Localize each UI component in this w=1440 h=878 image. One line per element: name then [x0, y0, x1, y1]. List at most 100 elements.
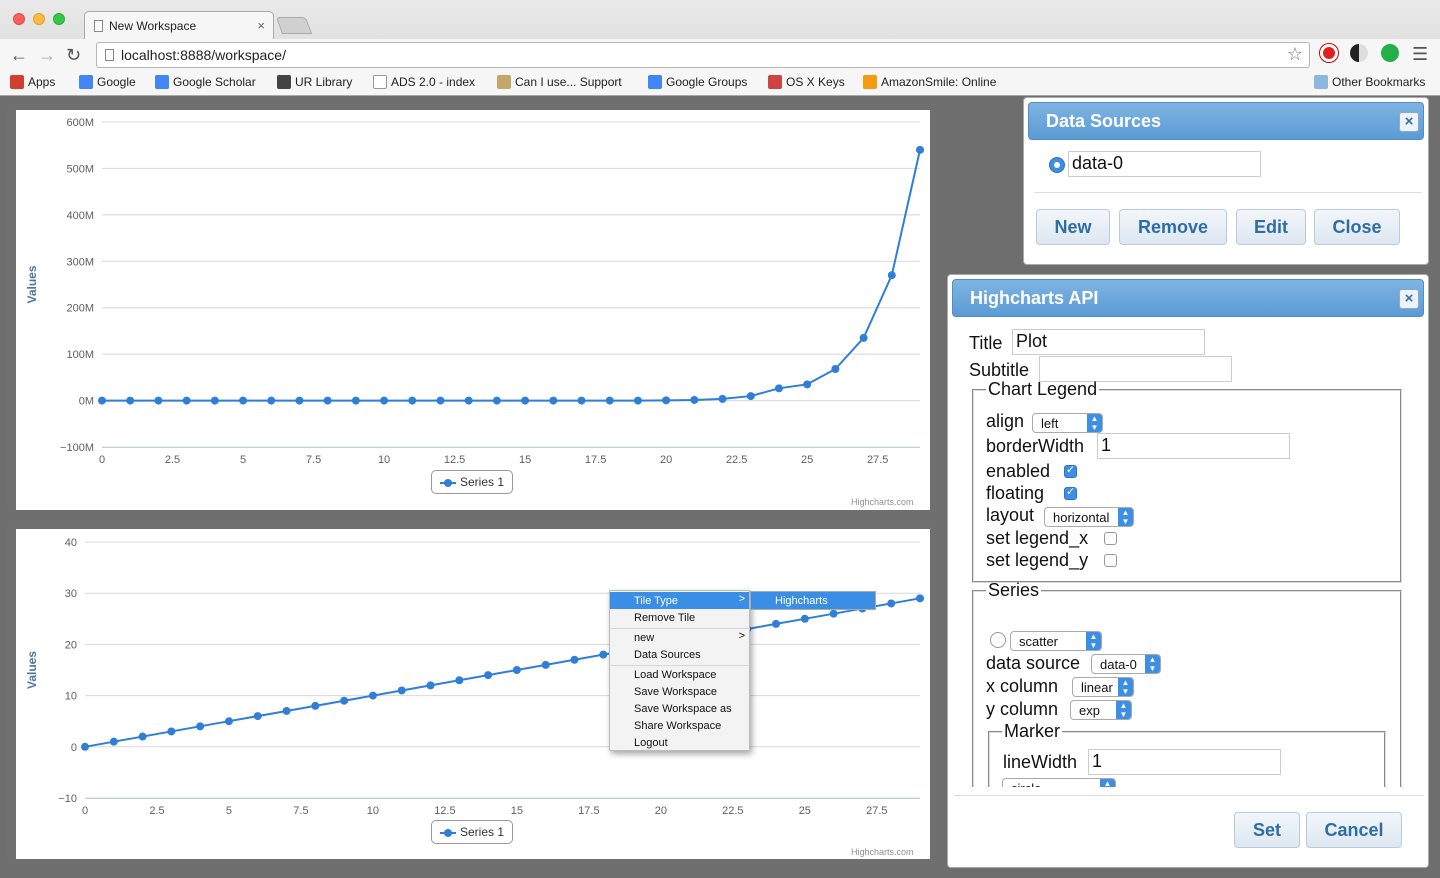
- bookmark-ur-library[interactable]: UR Library: [277, 75, 352, 89]
- marker-symbol-select[interactable]: circle ▲▼: [1002, 778, 1116, 787]
- y-column-select[interactable]: exp ▲ ▼: [1070, 700, 1132, 720]
- bookmark-google-groups[interactable]: Google Groups: [648, 75, 747, 89]
- remove-button[interactable]: Remove: [1119, 209, 1227, 245]
- data-point: [323, 396, 332, 405]
- green-extension-icon[interactable]: [1381, 44, 1399, 62]
- menu-icon[interactable]: ☰: [1412, 44, 1428, 65]
- source-name-field[interactable]: data-0: [1068, 151, 1261, 177]
- close-icon[interactable]: ×: [1399, 112, 1419, 132]
- data-point: [831, 365, 840, 373]
- address-bar[interactable]: localhost:8888/workspace/ ☆: [96, 42, 1310, 68]
- data-point: [397, 686, 406, 695]
- menu-item-logout[interactable]: Logout: [610, 734, 749, 751]
- cancel-button[interactable]: Cancel: [1306, 812, 1402, 848]
- enabled-checkbox[interactable]: [1064, 463, 1077, 478]
- edit-button[interactable]: Edit: [1236, 209, 1306, 245]
- y-tick-label: 400M: [66, 210, 94, 222]
- browser-tab[interactable]: New Workspace ×: [84, 11, 274, 39]
- bookmark-osx-keys[interactable]: OS X Keys: [768, 75, 845, 89]
- title-field[interactable]: Plot: [1012, 329, 1205, 355]
- bookmark-google[interactable]: Google: [79, 75, 136, 89]
- x-column-select[interactable]: linear ▲ ▼: [1072, 677, 1134, 697]
- dialog-title-bar[interactable]: Highcharts API ×: [952, 279, 1424, 317]
- floating-checkbox[interactable]: [1064, 485, 1077, 500]
- data-point: [138, 732, 147, 741]
- api-form-scroll[interactable]: Title Plot Subtitle Chart Legend align l…: [948, 321, 1428, 787]
- floating-label: floating: [986, 483, 1045, 503]
- bookmark-google-scholar[interactable]: Google Scholar: [155, 75, 256, 89]
- y-tick-label: 30: [65, 588, 77, 600]
- new-tab-button[interactable]: [275, 17, 313, 34]
- data-point: [803, 380, 812, 389]
- layout-select[interactable]: horizontal ▲ ▼: [1044, 507, 1134, 527]
- data-point: [829, 609, 838, 618]
- series-type-select[interactable]: scatter ▲ ▼: [1010, 631, 1102, 651]
- legend-x-label: set legend_x: [986, 528, 1089, 548]
- data-point: [774, 384, 783, 393]
- data-source-select[interactable]: data-0 ▲ ▼: [1091, 654, 1161, 674]
- x-tick-label: 25: [801, 454, 813, 466]
- linewidth-field[interactable]: 1: [1088, 749, 1281, 775]
- menu-item-data-sources[interactable]: Data Sources: [610, 646, 749, 663]
- chart-credits[interactable]: Highcharts.com: [851, 497, 914, 507]
- close-icon[interactable]: ×: [1399, 289, 1419, 309]
- source-radio[interactable]: [1049, 157, 1065, 173]
- bookmark-caniuse[interactable]: Can I use... Support: [497, 75, 622, 89]
- line-chart-1: 600M 500M 400M 300M 200M 100M 0M −100M 0 2.5 5 7.5 1…: [25, 117, 924, 466]
- y-axis-title: Values: [25, 651, 39, 689]
- chart-tile-2[interactable]: 40 30 20 10 0 −10 0 2.5 5 7.5 10 12.5 15 17.5 20 22.5 25…: [6, 520, 940, 866]
- bookmark-ads[interactable]: ADS 2.0 - index: [373, 75, 475, 89]
- window-minimize-button[interactable]: [33, 13, 45, 25]
- menu-item-share-workspace[interactable]: Share Workspace: [610, 717, 749, 734]
- menu-item-save-workspace-as[interactable]: Save Workspace as: [610, 700, 749, 717]
- menu-item-load-workspace[interactable]: Load Workspace: [610, 666, 749, 683]
- select-arrows-icon: ▲▼: [1100, 779, 1115, 787]
- bookmark-apps[interactable]: Apps: [10, 75, 55, 89]
- menu-item-save-workspace[interactable]: Save Workspace: [610, 683, 749, 700]
- series-radio[interactable]: [990, 632, 1006, 648]
- set-button[interactable]: Set: [1234, 812, 1300, 848]
- menu-item-tile-type[interactable]: Tile Type >: [610, 592, 749, 609]
- bookmark-amazonsmile[interactable]: AmazonSmile: Online: [863, 75, 997, 89]
- submenu-item-highcharts[interactable]: Highcharts: [750, 591, 876, 610]
- apps-grid-icon: [10, 75, 24, 89]
- tab-close-icon[interactable]: ×: [257, 18, 265, 33]
- reload-icon[interactable]: ↻: [66, 45, 81, 66]
- y-tick-label: 600M: [66, 117, 94, 129]
- back-icon[interactable]: ←: [10, 45, 28, 66]
- window-zoom-button[interactable]: [53, 13, 65, 25]
- legend-y-checkbox[interactable]: [1104, 554, 1117, 567]
- y-axis-title: Values: [25, 265, 39, 303]
- align-select[interactable]: left ▲ ▼: [1032, 413, 1103, 433]
- y-tick-label: 200M: [66, 303, 94, 315]
- y-column-label: y column: [986, 699, 1059, 719]
- menu-item-remove-tile[interactable]: Remove Tile: [610, 609, 749, 626]
- data-point: [492, 396, 501, 405]
- forward-icon[interactable]: →: [38, 45, 56, 66]
- chart-credits[interactable]: Highcharts.com: [851, 847, 914, 857]
- x-tick-label: 12.5: [444, 454, 465, 466]
- new-button[interactable]: New: [1036, 209, 1110, 245]
- bookmark-star-icon[interactable]: ☆: [1287, 44, 1303, 65]
- legend-x-checkbox[interactable]: [1104, 532, 1117, 545]
- window-close-button[interactable]: [13, 13, 25, 25]
- dialog-title-bar[interactable]: Data Sources ×: [1028, 102, 1424, 140]
- folder-icon: [1314, 75, 1328, 89]
- data-point: [167, 727, 176, 736]
- keys-icon: [768, 75, 782, 89]
- chart-legend-1[interactable]: Series 1: [431, 470, 513, 494]
- bookmark-other[interactable]: Other Bookmarks: [1314, 75, 1425, 89]
- adblock-icon[interactable]: [1320, 44, 1338, 62]
- close-button[interactable]: Close: [1314, 209, 1400, 245]
- chart-tile-1[interactable]: 600M 500M 400M 300M 200M 100M 0M −100M 0 2.5 5 7.5 1…: [6, 101, 940, 517]
- data-point: [887, 599, 896, 608]
- x-tick-label: 10: [378, 454, 390, 466]
- chart-legend-2[interactable]: Series 1: [431, 820, 513, 844]
- dialog-title: Data Sources: [1046, 111, 1162, 131]
- menu-item-new[interactable]: new >: [610, 629, 749, 646]
- data-point: [224, 717, 233, 726]
- select-arrows-icon: ▲▼: [1087, 414, 1102, 432]
- contrast-extension-icon[interactable]: [1350, 44, 1368, 62]
- borderwidth-field[interactable]: 1: [1097, 433, 1290, 459]
- legend-y-label: set legend_y: [986, 550, 1089, 570]
